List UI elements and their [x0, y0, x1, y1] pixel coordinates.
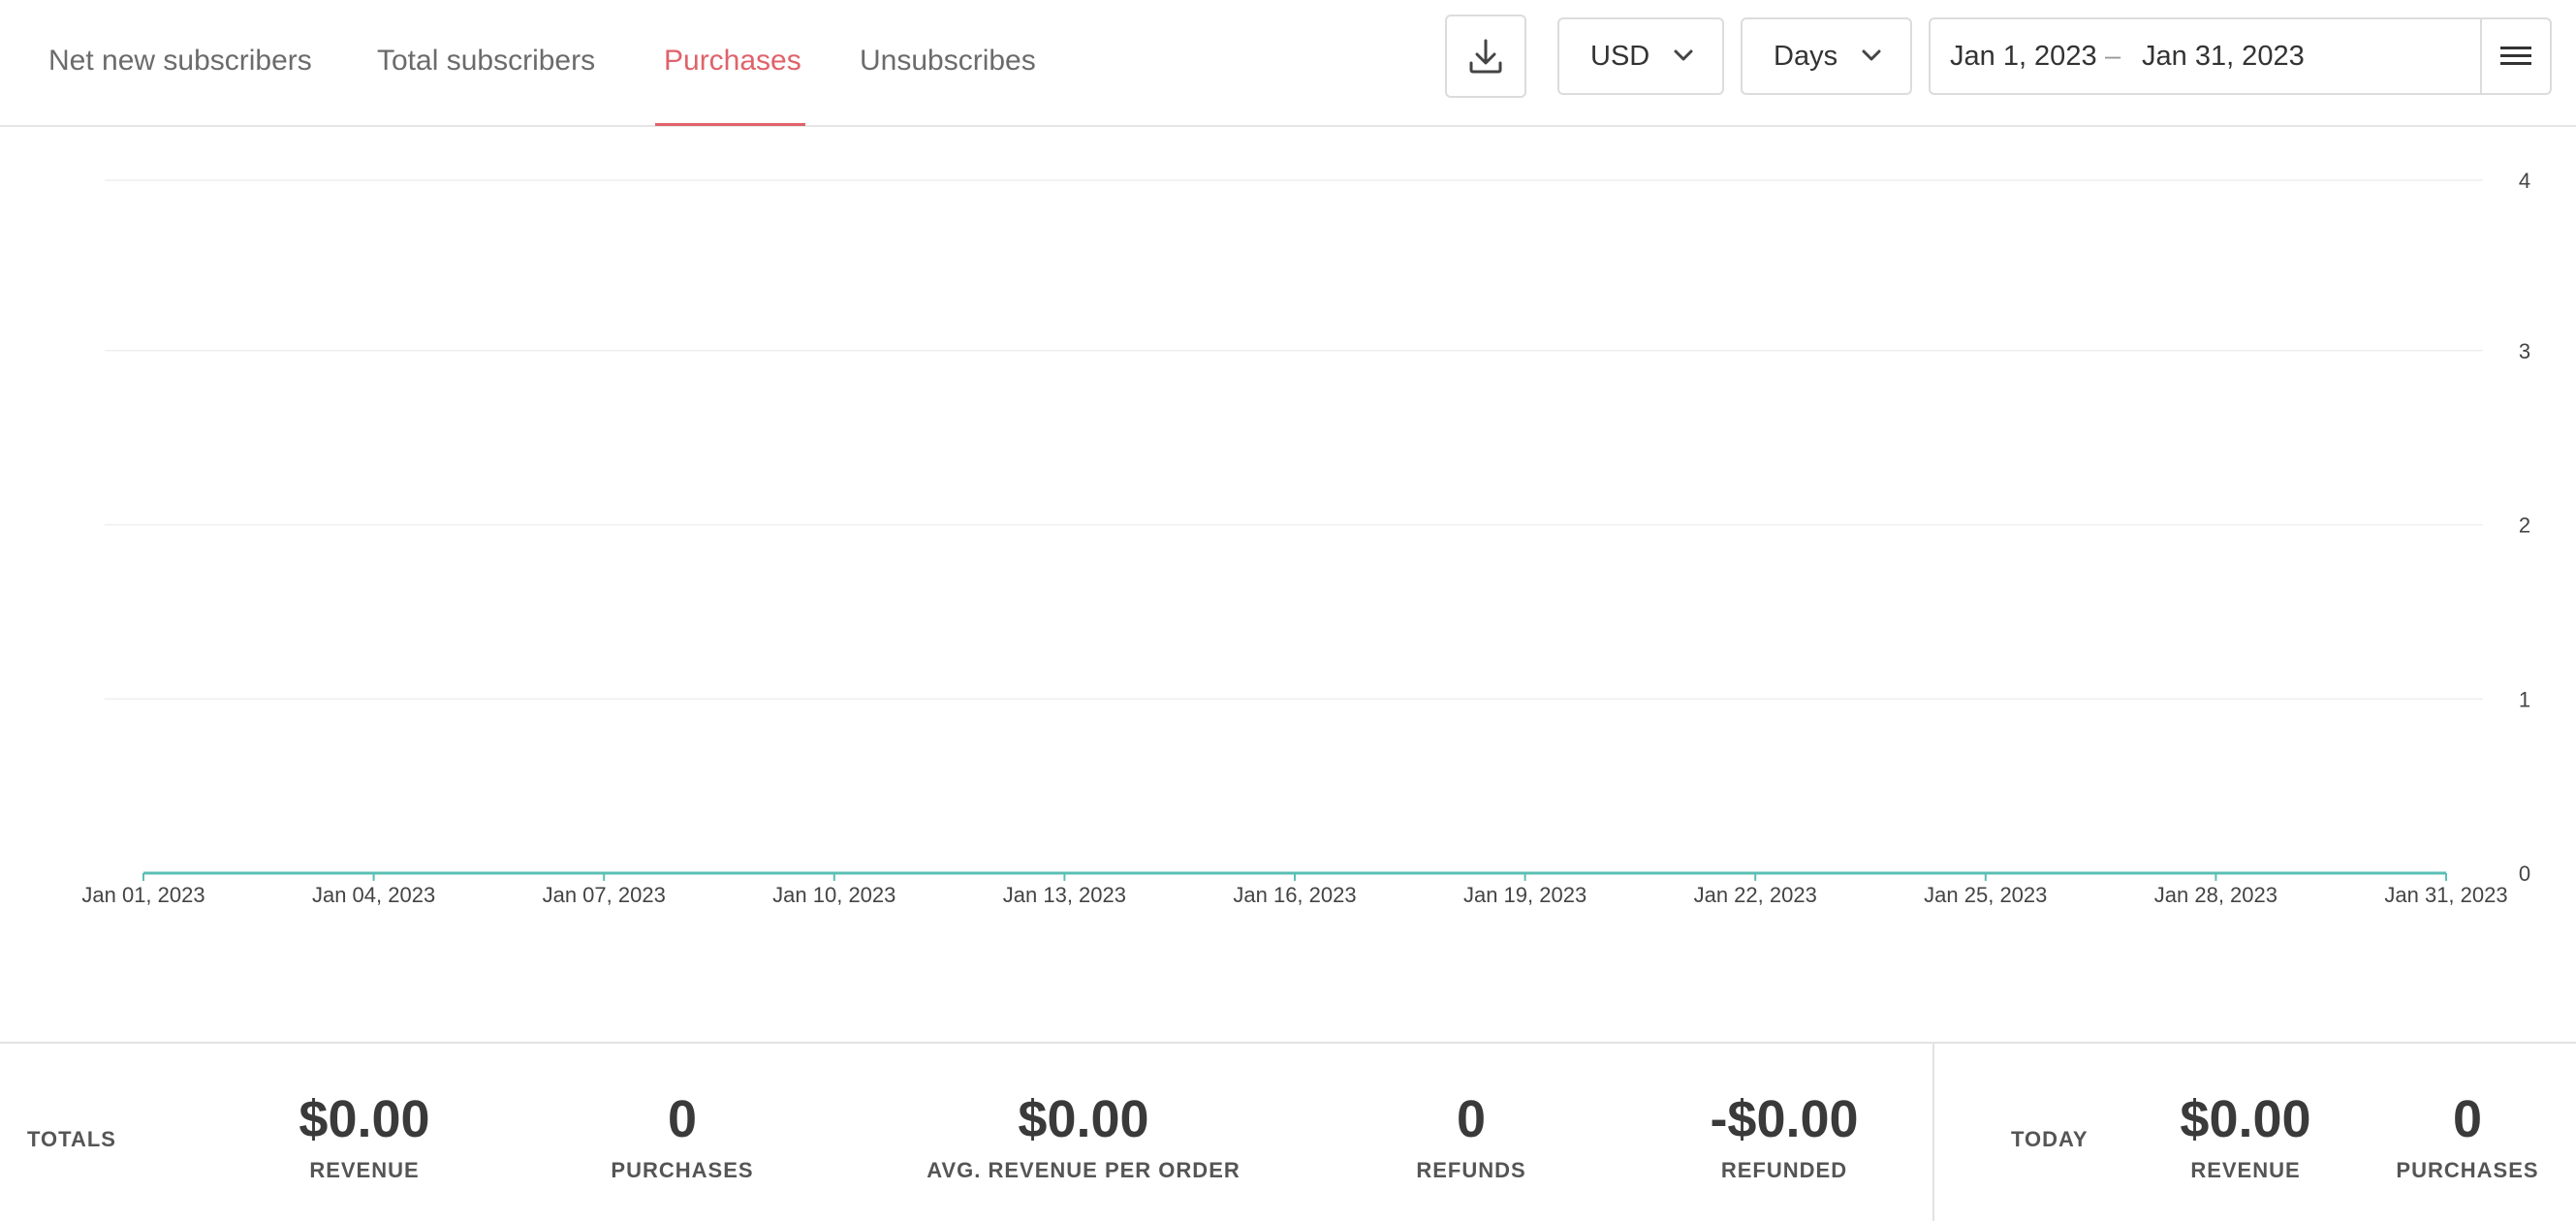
interval-value: Days [1774, 40, 1838, 72]
stat-caption: REFUNDED [1720, 1158, 1848, 1182]
chart-svg: 0 1 2 3 4 Jan 01, 2023 Jan 04, 2023 Jan 07, 202… [81, 169, 2530, 907]
x-tick-label: Jan 13, 2023 [1003, 883, 1126, 907]
today-label: TODAY [2011, 1127, 2089, 1151]
x-tick-label: Jan 31, 2023 [2384, 883, 2507, 907]
stat-value: $0.00 [1018, 1090, 1149, 1148]
y-tick-label: 0 [2519, 861, 2530, 886]
date-start[interactable]: Jan 1, 2023 [1950, 41, 2097, 73]
x-tick-label: Jan 07, 2023 [543, 883, 666, 907]
download-button[interactable] [1445, 15, 1526, 98]
x-tick-label: Jan 01, 2023 [81, 883, 204, 907]
stat-caption: REVENUE [2190, 1158, 2301, 1182]
tab-purchases[interactable]: Purchases [664, 45, 801, 78]
stat-value: 0 [667, 1090, 698, 1148]
totals-avg-revenue: $0.00 AVG. REVENUE PER ORDER [927, 1044, 1241, 1183]
y-tick-label: 3 [2519, 339, 2530, 363]
totals-refunded: -$0.00 REFUNDED [1710, 1044, 1858, 1183]
stat-caption: PURCHASES [2396, 1158, 2539, 1182]
date-range-picker[interactable]: Jan 1, 2023 – Jan 31, 2023 [1929, 17, 2552, 95]
menu-button[interactable] [2480, 19, 2550, 93]
currency-select[interactable]: USD [1557, 17, 1724, 95]
totals-refunds: 0 REFUNDS [1416, 1044, 1525, 1183]
x-tick-label: Jan 10, 2023 [772, 883, 895, 907]
chevron-down-icon [1674, 49, 1693, 61]
stat-caption: REVENUE [309, 1158, 420, 1182]
y-tick-label: 2 [2519, 514, 2530, 538]
x-tick-label: Jan 04, 2023 [312, 883, 435, 907]
purchases-chart: 0 1 2 3 4 Jan 01, 2023 Jan 04, 2023 Jan 07, 202… [0, 129, 2576, 1040]
y-tick-label: 1 [2519, 687, 2530, 711]
stat-value: $0.00 [2180, 1090, 2311, 1148]
y-tick-label: 4 [2519, 169, 2530, 193]
stat-value: 0 [1456, 1090, 1487, 1148]
x-tick-label: Jan 19, 2023 [1463, 883, 1586, 907]
stat-value: 0 [2452, 1090, 2483, 1148]
totals-purchases: 0 PURCHASES [611, 1044, 753, 1183]
tab-net-new-subscribers[interactable]: Net new subscribers [48, 45, 312, 78]
tab-unsubscribes[interactable]: Unsubscribes [860, 45, 1036, 78]
hamburger-icon [2500, 47, 2531, 65]
stats-bar: TOTALS $0.00 REVENUE 0 PURCHASES $0.00 A… [0, 1042, 2576, 1221]
date-separator: – [2105, 41, 2121, 72]
x-tick-label: Jan 16, 2023 [1233, 883, 1356, 907]
stat-caption: PURCHASES [611, 1158, 754, 1182]
stat-value: -$0.00 [1710, 1090, 1859, 1148]
stat-caption: REFUNDS [1416, 1158, 1526, 1182]
x-tick-label: Jan 28, 2023 [2154, 883, 2278, 907]
today-revenue: $0.00 REVENUE [2180, 1044, 2310, 1183]
interval-select[interactable]: Days [1741, 17, 1912, 95]
date-end[interactable]: Jan 31, 2023 [2142, 41, 2305, 73]
x-tick-label: Jan 22, 2023 [1694, 883, 1817, 907]
x-tick-label: Jan 25, 2023 [1924, 883, 2047, 907]
chevron-down-icon [1862, 49, 1881, 61]
totals-revenue: $0.00 REVENUE [298, 1044, 429, 1183]
totals-label: TOTALS [27, 1127, 116, 1151]
active-tab-indicator [655, 123, 805, 126]
stats-divider [1932, 1044, 1934, 1221]
stat-value: $0.00 [298, 1090, 430, 1148]
stat-caption: AVG. REVENUE PER ORDER [927, 1158, 1241, 1182]
download-icon [1469, 39, 1502, 74]
tab-total-subscribers[interactable]: Total subscribers [377, 45, 595, 78]
report-header: Net new subscribers Total subscribers Pu… [0, 0, 2576, 127]
currency-value: USD [1590, 40, 1650, 72]
today-purchases: 0 PURCHASES [2396, 1044, 2538, 1183]
